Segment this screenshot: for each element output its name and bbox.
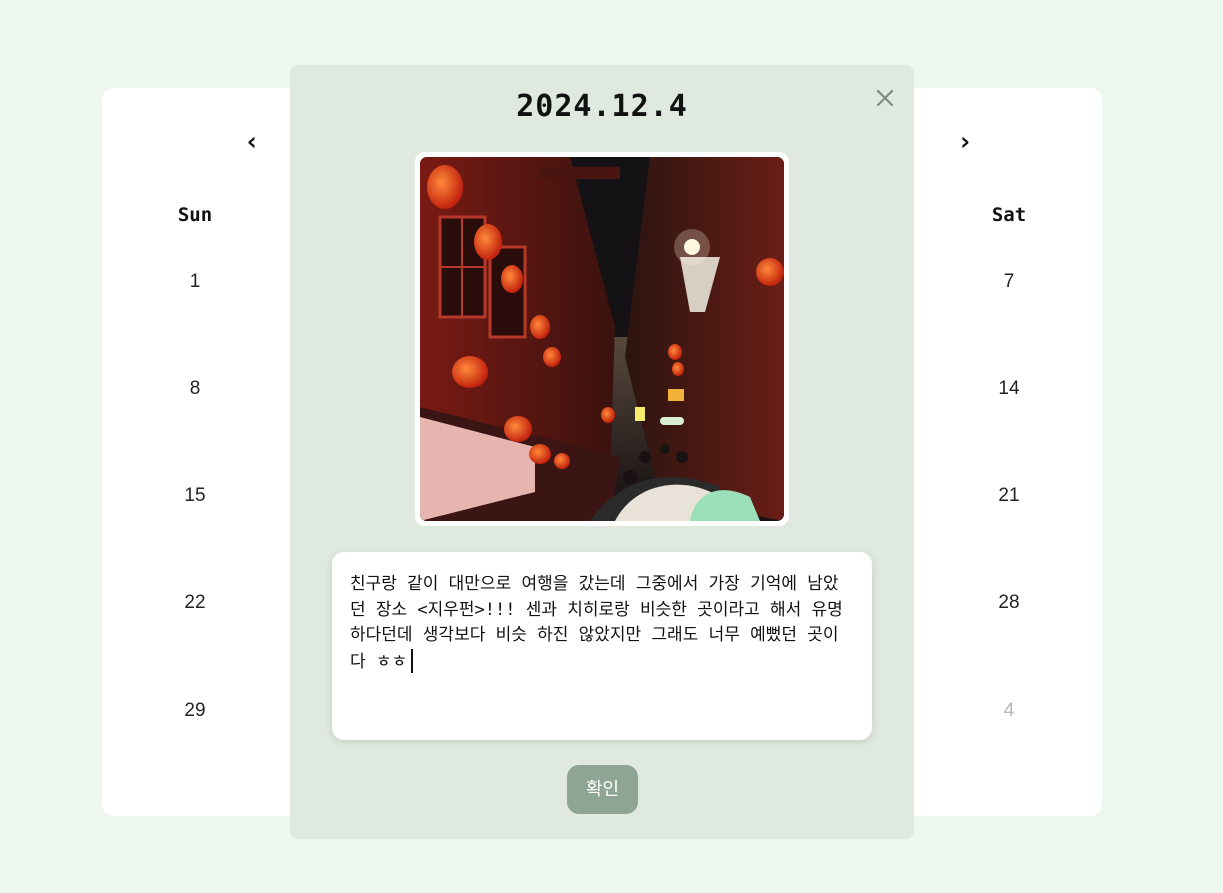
weekday-header-sun: Sun xyxy=(177,204,213,226)
diary-modal: 2024.12.4 친구랑 같이 대만으로 여행을 갔는데 그중에서 가장 기억… xyxy=(290,65,914,839)
prev-month-button[interactable]: ‹ xyxy=(238,128,266,156)
day-cell[interactable]: 8 xyxy=(165,378,225,400)
confirm-button[interactable]: 확인 xyxy=(567,765,638,814)
day-cell[interactable]: 28 xyxy=(979,592,1039,614)
day-cell[interactable]: 29 xyxy=(165,700,225,722)
day-cell[interactable]: 22 xyxy=(165,592,225,614)
weekday-header-sat: Sat xyxy=(991,204,1027,226)
day-cell[interactable]: 7 xyxy=(979,271,1039,293)
day-cell-next-month[interactable]: 4 xyxy=(979,700,1039,722)
close-icon[interactable] xyxy=(870,83,900,113)
modal-date-title: 2024.12.4 xyxy=(516,89,688,124)
next-month-button[interactable]: › xyxy=(951,128,979,156)
diary-photo[interactable] xyxy=(420,157,784,521)
memo-textarea[interactable]: 친구랑 같이 대만으로 여행을 갔는데 그중에서 가장 기억에 남았던 장소 <… xyxy=(332,552,872,740)
memo-text: 친구랑 같이 대만으로 여행을 갔는데 그중에서 가장 기억에 남았던 장소 <… xyxy=(350,574,843,672)
photo-frame xyxy=(415,152,789,526)
text-caret xyxy=(411,648,414,673)
day-cell[interactable]: 21 xyxy=(979,485,1039,507)
day-cell[interactable]: 14 xyxy=(979,378,1039,400)
day-cell[interactable]: 15 xyxy=(165,485,225,507)
day-cell[interactable]: 1 xyxy=(165,271,225,293)
